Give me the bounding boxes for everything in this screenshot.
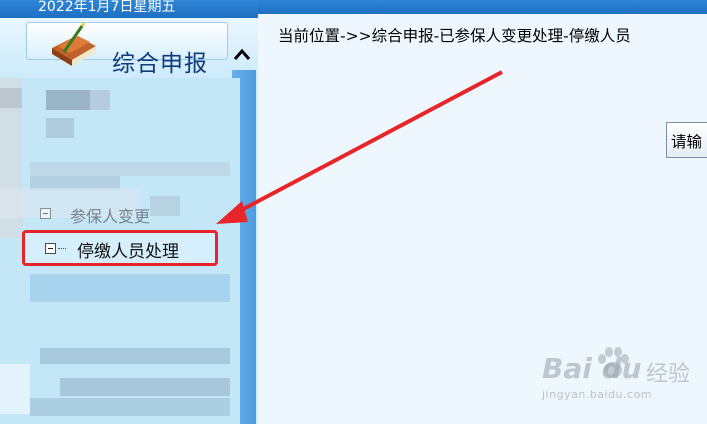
tree-item-label: 参保人变更	[70, 207, 151, 226]
watermark-cn: 经验	[646, 362, 691, 387]
breadcrumb: 当前位置->>综合申报-已参保人变更处理-停缴人员	[278, 27, 631, 45]
tree-item-label: 停缴人员处理	[77, 242, 179, 262]
section-title: 综合申报	[112, 51, 208, 77]
minus-box-icon[interactable]	[40, 208, 51, 219]
input-field[interactable]: 请输	[666, 122, 707, 158]
tree-item-stop-payment[interactable]: 停缴人员处理	[22, 230, 218, 266]
minus-box-icon[interactable]	[45, 243, 56, 254]
watermark: Bai du 经验 jingyan.baidu.com	[542, 347, 702, 408]
book-icon	[52, 22, 96, 66]
tree-connector	[58, 248, 66, 249]
chevron-up-icon[interactable]	[230, 44, 254, 66]
sidebar: 2022年1月7日星期五 综合申报 参保人变更 停缴人员处理	[0, 0, 258, 424]
tree-item-partial[interactable]: 参保人变更	[40, 203, 180, 226]
paw-icon	[598, 347, 629, 378]
watermark-url: jingyan.baidu.com	[542, 388, 653, 401]
date-bar: 2022年1月7日星期五	[0, 0, 258, 18]
input-label: 请输	[671, 133, 703, 151]
top-band	[258, 0, 707, 14]
date-text: 2022年1月7日星期五	[38, 0, 176, 15]
